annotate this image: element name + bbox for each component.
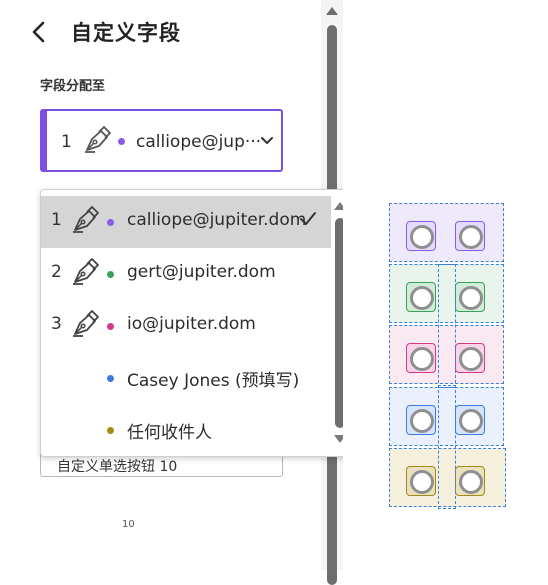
radio-button-widget[interactable]	[406, 282, 436, 312]
recipient-dropdown: 1 calliope@jupiter.dom 2 gert@jupiter.dom 3 i…	[40, 189, 350, 457]
recipient-color-dot	[107, 271, 114, 278]
radio-button-widget[interactable]	[455, 405, 485, 435]
radio-button-widget[interactable]	[406, 221, 436, 251]
signature-pen-icon	[73, 206, 99, 233]
option-label: 任何收件人	[127, 423, 212, 443]
recipient-color-dot	[107, 323, 114, 330]
field-outline	[438, 264, 456, 388]
checkmark-icon	[300, 212, 316, 225]
radio-button-widget[interactable]	[406, 405, 436, 435]
field-outline	[438, 385, 456, 509]
radio-button-widget[interactable]	[406, 466, 436, 496]
signature-pen-icon	[73, 310, 99, 337]
option-label: calliope@jupiter.dom	[127, 210, 307, 230]
scroll-up-icon[interactable]	[326, 7, 338, 15]
recipient-option[interactable]: 3 io@jupiter.dom	[41, 300, 331, 352]
option-number: 3	[51, 314, 62, 334]
recipient-color-dot	[107, 427, 114, 434]
assign-recipient-select[interactable]: 1 calliope@jup···	[40, 109, 283, 172]
recipient-color-dot	[107, 375, 114, 382]
signature-pen-icon	[73, 258, 99, 285]
recipient-number: 1	[61, 132, 72, 152]
radio-button-widget[interactable]	[455, 343, 485, 373]
radio-button-widget[interactable]	[455, 282, 485, 312]
recipient-option[interactable]: 1 calliope@jupiter.dom	[41, 196, 331, 248]
recipient-color-dot	[107, 219, 114, 226]
recipient-color-dot	[118, 138, 125, 145]
option-label: io@jupiter.dom	[127, 314, 256, 334]
recipient-option[interactable]: Casey Jones (预填写)	[41, 352, 331, 404]
back-button[interactable]	[28, 18, 52, 46]
option-number: 1	[51, 210, 62, 230]
field-name-value: 自定义单选按钮 10	[57, 459, 178, 475]
assign-label: 字段分配至	[40, 79, 106, 94]
radio-button-widget[interactable]	[406, 343, 436, 373]
selected-recipient-email: calliope@jup···	[136, 132, 262, 152]
page-title: 自定义字段	[71, 21, 181, 45]
document-canvas	[343, 0, 548, 570]
radio-button-widget[interactable]	[455, 466, 485, 496]
option-number: 2	[51, 262, 62, 282]
option-label: gert@jupiter.dom	[127, 262, 276, 282]
option-label: Casey Jones (预填写)	[127, 371, 300, 391]
recipient-option[interactable]: 任何收件人	[41, 404, 331, 456]
radio-button-widget[interactable]	[455, 221, 485, 251]
chevron-down-icon	[261, 137, 273, 144]
signature-pen-icon	[85, 126, 111, 153]
partial-text: 10	[122, 519, 135, 530]
chevron-left-icon	[32, 21, 45, 43]
recipient-option[interactable]: 2 gert@jupiter.dom	[41, 248, 331, 300]
